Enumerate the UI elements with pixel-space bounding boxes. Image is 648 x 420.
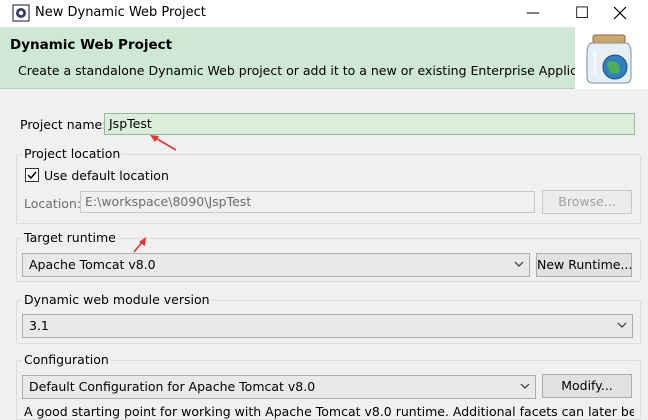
- location-label: Location:: [24, 196, 82, 211]
- chevron-down-icon: [514, 261, 524, 267]
- configuration-value: Default Configuration for Apache Tomcat …: [29, 379, 316, 394]
- project-name-input[interactable]: JspTest: [104, 113, 635, 135]
- close-icon[interactable]: [612, 5, 628, 21]
- configuration-description: A good starting point for working with A…: [24, 404, 634, 419]
- project-location-title: Project location: [22, 146, 123, 161]
- annotation-arrow-icon: [150, 135, 177, 151]
- minimize-button[interactable]: —: [510, 0, 556, 27]
- maximize-button[interactable]: ☐: [559, 0, 605, 27]
- web-project-jar-icon: [586, 34, 632, 84]
- target-runtime-value: Apache Tomcat v8.0: [29, 257, 156, 272]
- chevron-down-icon: [520, 383, 530, 389]
- checkmark-icon: [27, 171, 37, 180]
- module-version-title: Dynamic web module version: [22, 292, 212, 307]
- configuration-title: Configuration: [22, 352, 111, 367]
- wizard-banner-image: [575, 27, 648, 89]
- wizard-title: Dynamic Web Project: [10, 37, 173, 53]
- configuration-select[interactable]: Default Configuration for Apache Tomcat …: [22, 375, 536, 399]
- modify-button[interactable]: Modify...: [542, 374, 632, 398]
- module-version-select[interactable]: 3.1: [22, 314, 633, 338]
- wizard-description: Create a standalone Dynamic Web project …: [18, 63, 613, 78]
- target-runtime-select[interactable]: Apache Tomcat v8.0: [22, 253, 530, 277]
- project-name-label: Project name:: [20, 117, 107, 132]
- location-input[interactable]: E:\workspace\8090\JspTest: [80, 191, 535, 213]
- use-default-location-checkbox[interactable]: [25, 168, 39, 182]
- browse-button[interactable]: Browse...: [542, 190, 632, 214]
- eclipse-app-icon: [12, 4, 30, 22]
- use-default-location-label[interactable]: Use default location: [44, 168, 169, 183]
- target-runtime-title: Target runtime: [22, 230, 118, 245]
- window-title: New Dynamic Web Project: [35, 5, 206, 20]
- chevron-down-icon: [617, 322, 627, 328]
- new-runtime-button[interactable]: New Runtime...: [536, 253, 632, 277]
- module-version-value: 3.1: [29, 318, 49, 333]
